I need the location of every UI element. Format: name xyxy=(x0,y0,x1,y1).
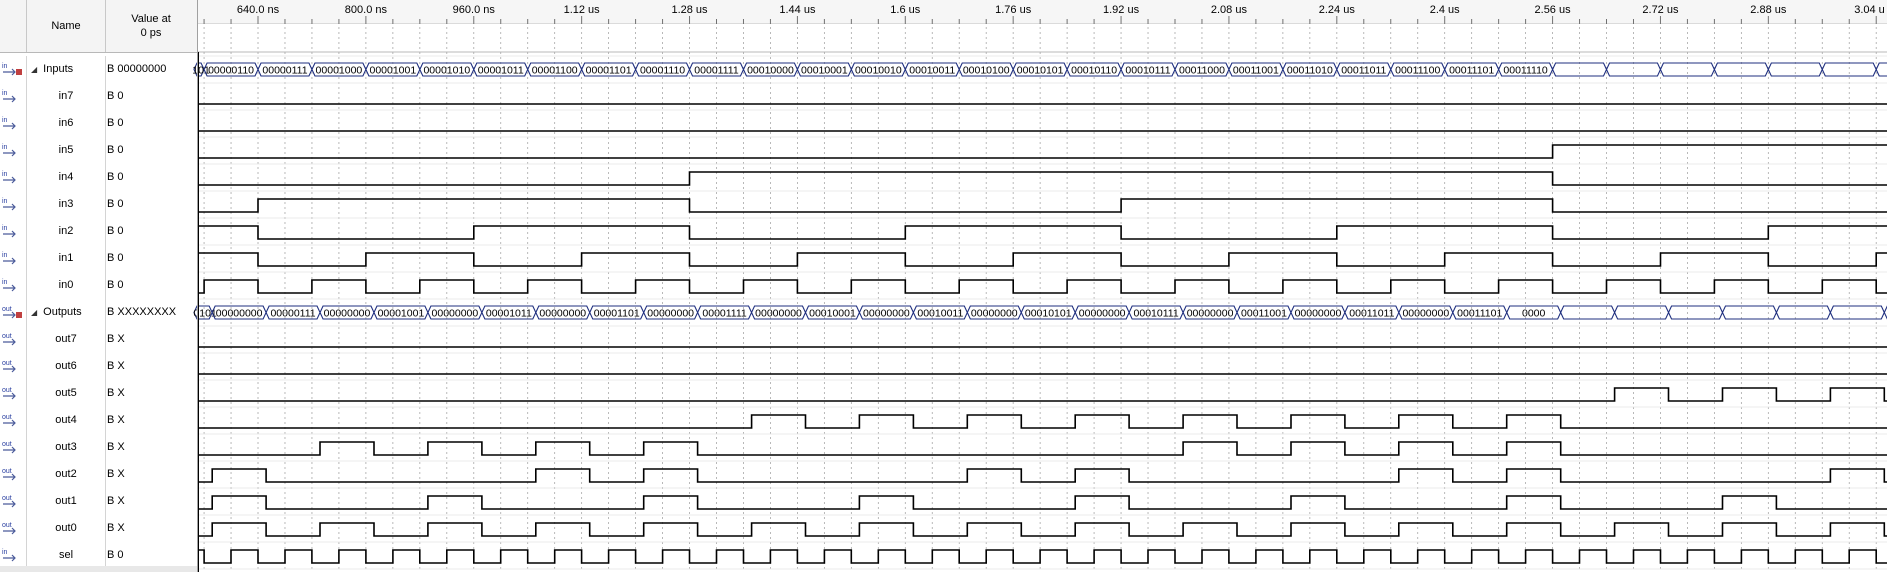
bus-value-label: 00010000 xyxy=(747,65,794,77)
ruler-label: 640.0 ns xyxy=(237,4,280,16)
bus-value-label: 00011110 xyxy=(1503,65,1548,77)
bus-value-label: 00001101 xyxy=(594,308,640,320)
bus-value-label: 00011010 xyxy=(1287,65,1333,77)
ruler-label: 960.0 ns xyxy=(453,4,496,16)
bus-value-label: 00000000 xyxy=(863,308,910,320)
bus-value-label: 00000111 xyxy=(262,65,307,77)
ruler-label: 2.72 us xyxy=(1642,4,1679,16)
bus-value-label: 00001001 xyxy=(378,308,425,320)
bus-value-label: 00000000 xyxy=(216,308,263,320)
bus-value-label: 00010111 xyxy=(1134,308,1179,320)
ruler-label: 2.4 us xyxy=(1430,4,1460,16)
ruler-label: 2.88 us xyxy=(1750,4,1787,16)
bus-value-label: 00000000 xyxy=(1295,308,1342,320)
waveform-left-edge xyxy=(198,52,199,572)
bus-value-label: 00011000 xyxy=(1179,65,1225,77)
bus-value-label: 00001011 xyxy=(478,65,524,77)
bus-value-label: 00011011 xyxy=(1341,65,1386,77)
waveform-background xyxy=(198,0,1887,572)
bus-value-label: 00011001 xyxy=(1241,308,1287,320)
bus-value-label: 00001110 xyxy=(640,65,685,77)
bus-value-label: 00000000 xyxy=(971,308,1018,320)
bus-value-label: 00000111 xyxy=(270,308,315,320)
bus-value-label: 00011101 xyxy=(1449,65,1494,77)
bus-value-label: 00001001 xyxy=(369,65,416,77)
bus-value-label: 00010001 xyxy=(801,65,848,77)
bus-value-label: 00010111 xyxy=(1125,65,1170,77)
bus-value-label: 00010011 xyxy=(909,65,955,77)
bus-value-label: 00011101 xyxy=(1457,308,1502,320)
ruler-label: 1.44 us xyxy=(779,4,816,16)
bus-value-label: 00010001 xyxy=(809,308,856,320)
bus-value-label: 00000000 xyxy=(1079,308,1126,320)
bus-value-label: 00001101 xyxy=(586,65,632,77)
bus-value-label: 00011011 xyxy=(1349,308,1394,320)
ruler-label: 2.08 us xyxy=(1211,4,1248,16)
bus-value-label: 00011001 xyxy=(1233,65,1279,77)
bus-value-label: 00001111 xyxy=(702,308,747,320)
bus-value-label: 00001111 xyxy=(694,65,739,77)
ruler-label: 1.12 us xyxy=(564,4,601,16)
ruler-label: 800.0 ns xyxy=(345,4,388,16)
bus-value-label: 00000000 xyxy=(324,308,371,320)
bus-value-label: 00001011 xyxy=(486,308,532,320)
bus-value-label: 00010101 xyxy=(1025,308,1072,320)
bus-value-label: 00010011 xyxy=(917,308,963,320)
ruler-label: 2.24 us xyxy=(1319,4,1356,16)
bus-value-label: 00010101 xyxy=(1017,65,1064,77)
bus-value-label: 00001100 xyxy=(532,65,578,77)
bus-value-label: 00000000 xyxy=(1187,308,1234,320)
waveform-canvas[interactable]: 640.0 ns 800.0 ns 960.0 ns 1.12 us 1.28 us 1.… xyxy=(0,0,1887,572)
bus-value-label: 00010110 xyxy=(1071,65,1117,77)
bus-value-label: 0000 xyxy=(1522,308,1546,320)
bus-value-label: 00000000 xyxy=(647,308,694,320)
ruler-label: 3.04 u xyxy=(1854,4,1885,16)
bus-value-label: 00001010 xyxy=(423,65,470,77)
bus-value-label: 00000000 xyxy=(432,308,479,320)
bus-value-label: 00000110 xyxy=(208,65,254,77)
bus-value-label: 00000000 xyxy=(1402,308,1449,320)
ruler-label: 2.56 us xyxy=(1535,4,1572,16)
ruler-label: 1.6 us xyxy=(890,4,920,16)
bus-value-label: 00010100 xyxy=(963,65,1010,77)
bus-value-label: 00001000 xyxy=(316,65,363,77)
bus-value-label: 00000000 xyxy=(539,308,586,320)
bus-value-label: 00000000 xyxy=(755,308,802,320)
ruler-label: 1.92 us xyxy=(1103,4,1140,16)
ruler-label: 1.28 us xyxy=(671,4,708,16)
ruler-label: 1.76 us xyxy=(995,4,1032,16)
bus-value-label: 00011100 xyxy=(1395,65,1440,77)
panel-splitter xyxy=(197,0,198,572)
bus-value-label: 00010010 xyxy=(855,65,902,77)
